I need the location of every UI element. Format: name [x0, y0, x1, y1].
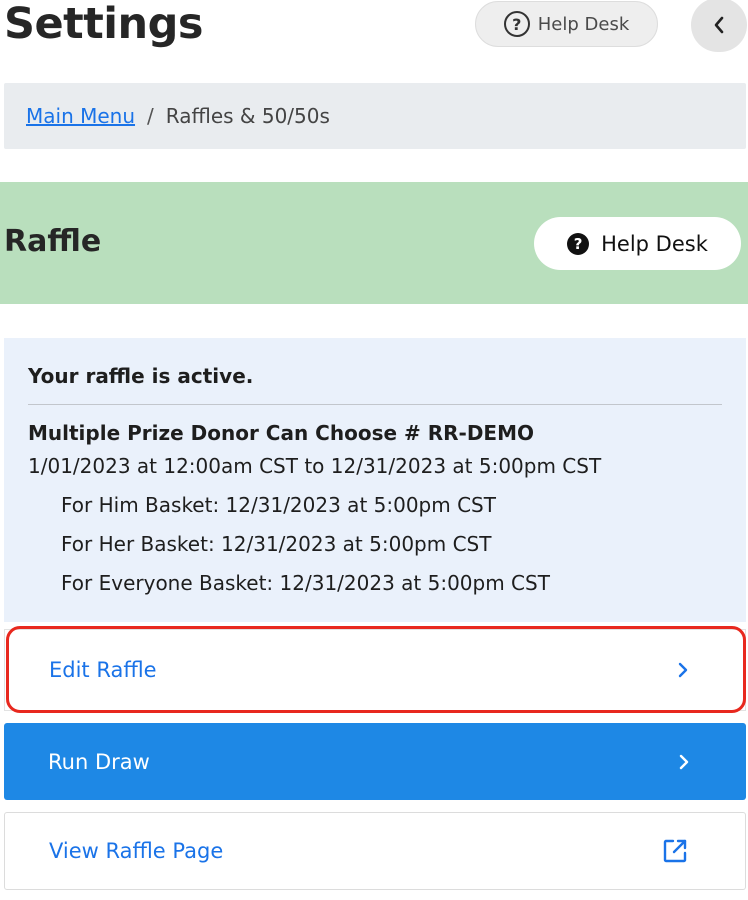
view-raffle-page-button[interactable]: View Raffle Page	[4, 812, 746, 890]
settings-page: Settings ? Help Desk Main Menu / Raffles…	[0, 0, 748, 900]
prize-list: For Him Basket: 12/31/2023 at 5:00pm CST…	[61, 492, 550, 609]
breadcrumb-main-menu-link[interactable]: Main Menu	[26, 104, 135, 128]
prize-item: For Him Basket: 12/31/2023 at 5:00pm CST	[61, 493, 496, 517]
raffle-name: Multiple Prize Donor Can Choose # RR-DEM…	[28, 421, 534, 445]
prize-item: For Everyone Basket: 12/31/2023 at 5:00p…	[61, 571, 550, 595]
view-raffle-page-label: View Raffle Page	[49, 839, 224, 863]
external-link-icon	[661, 837, 689, 865]
breadcrumb-current: Raffles & 50/50s	[165, 104, 330, 128]
breadcrumb: Main Menu / Raffles & 50/50s	[4, 83, 746, 149]
prize-item: For Her Basket: 12/31/2023 at 5:00pm CST	[61, 532, 492, 556]
chevron-right-icon	[677, 661, 689, 679]
status-heading: Your raffle is active.	[28, 364, 254, 388]
page-title: Settings	[4, 0, 203, 49]
chevron-left-icon	[714, 16, 724, 34]
question-circle-icon: ?	[503, 11, 530, 37]
raffle-banner: Raffle ? Help Desk	[0, 182, 748, 304]
raffle-section-title: Raffle	[4, 224, 102, 259]
raffle-status-card: Your raffle is active. Multiple Prize Do…	[4, 338, 746, 622]
status-divider	[28, 404, 722, 405]
raffle-date-range: 1/01/2023 at 12:00am CST to 12/31/2023 a…	[28, 454, 602, 478]
run-draw-label: Run Draw	[48, 749, 150, 774]
breadcrumb-separator: /	[147, 104, 154, 128]
help-desk-label: Help Desk	[601, 231, 708, 256]
chevron-right-icon	[678, 753, 690, 771]
back-button[interactable]	[691, 0, 747, 52]
help-desk-button-banner[interactable]: ? Help Desk	[534, 217, 741, 270]
edit-raffle-button[interactable]: Edit Raffle	[4, 629, 746, 711]
run-draw-button[interactable]: Run Draw	[4, 723, 746, 800]
edit-raffle-label: Edit Raffle	[49, 658, 157, 682]
help-desk-button-top[interactable]: ? Help Desk	[475, 1, 658, 47]
help-desk-label: Help Desk	[537, 13, 630, 35]
question-circle-icon: ?	[567, 232, 590, 255]
